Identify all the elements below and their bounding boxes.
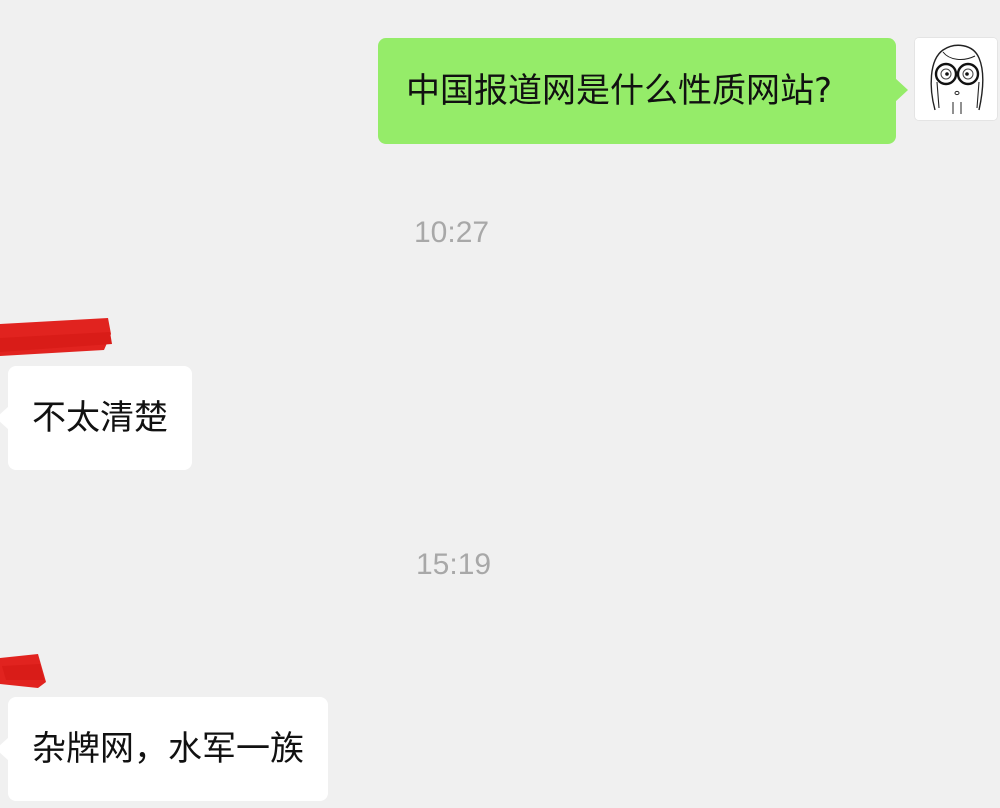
bubble-tail — [895, 78, 908, 102]
redaction-mark-1 — [0, 318, 112, 356]
message-text: 中国报道网是什么性质网站? — [406, 71, 833, 111]
incoming-message-bubble[interactable]: 杂牌网，水军一族 — [0, 697, 328, 801]
outgoing-message-bubble[interactable]: 中国报道网是什么性质网站? — [378, 38, 908, 144]
sketch-girl-avatar-icon — [915, 38, 997, 120]
timestamp: 10:27 — [414, 216, 490, 249]
my-avatar[interactable] — [915, 38, 997, 120]
bubble-tail — [0, 406, 9, 430]
incoming-message-bubble[interactable]: 不太清楚 — [0, 366, 192, 470]
message-text: 不太清楚 — [32, 398, 168, 438]
redaction-mark-2 — [0, 654, 46, 688]
timestamp: 15:19 — [416, 548, 492, 581]
bubble-tail — [0, 737, 9, 761]
message-text: 杂牌网，水军一族 — [32, 729, 304, 769]
